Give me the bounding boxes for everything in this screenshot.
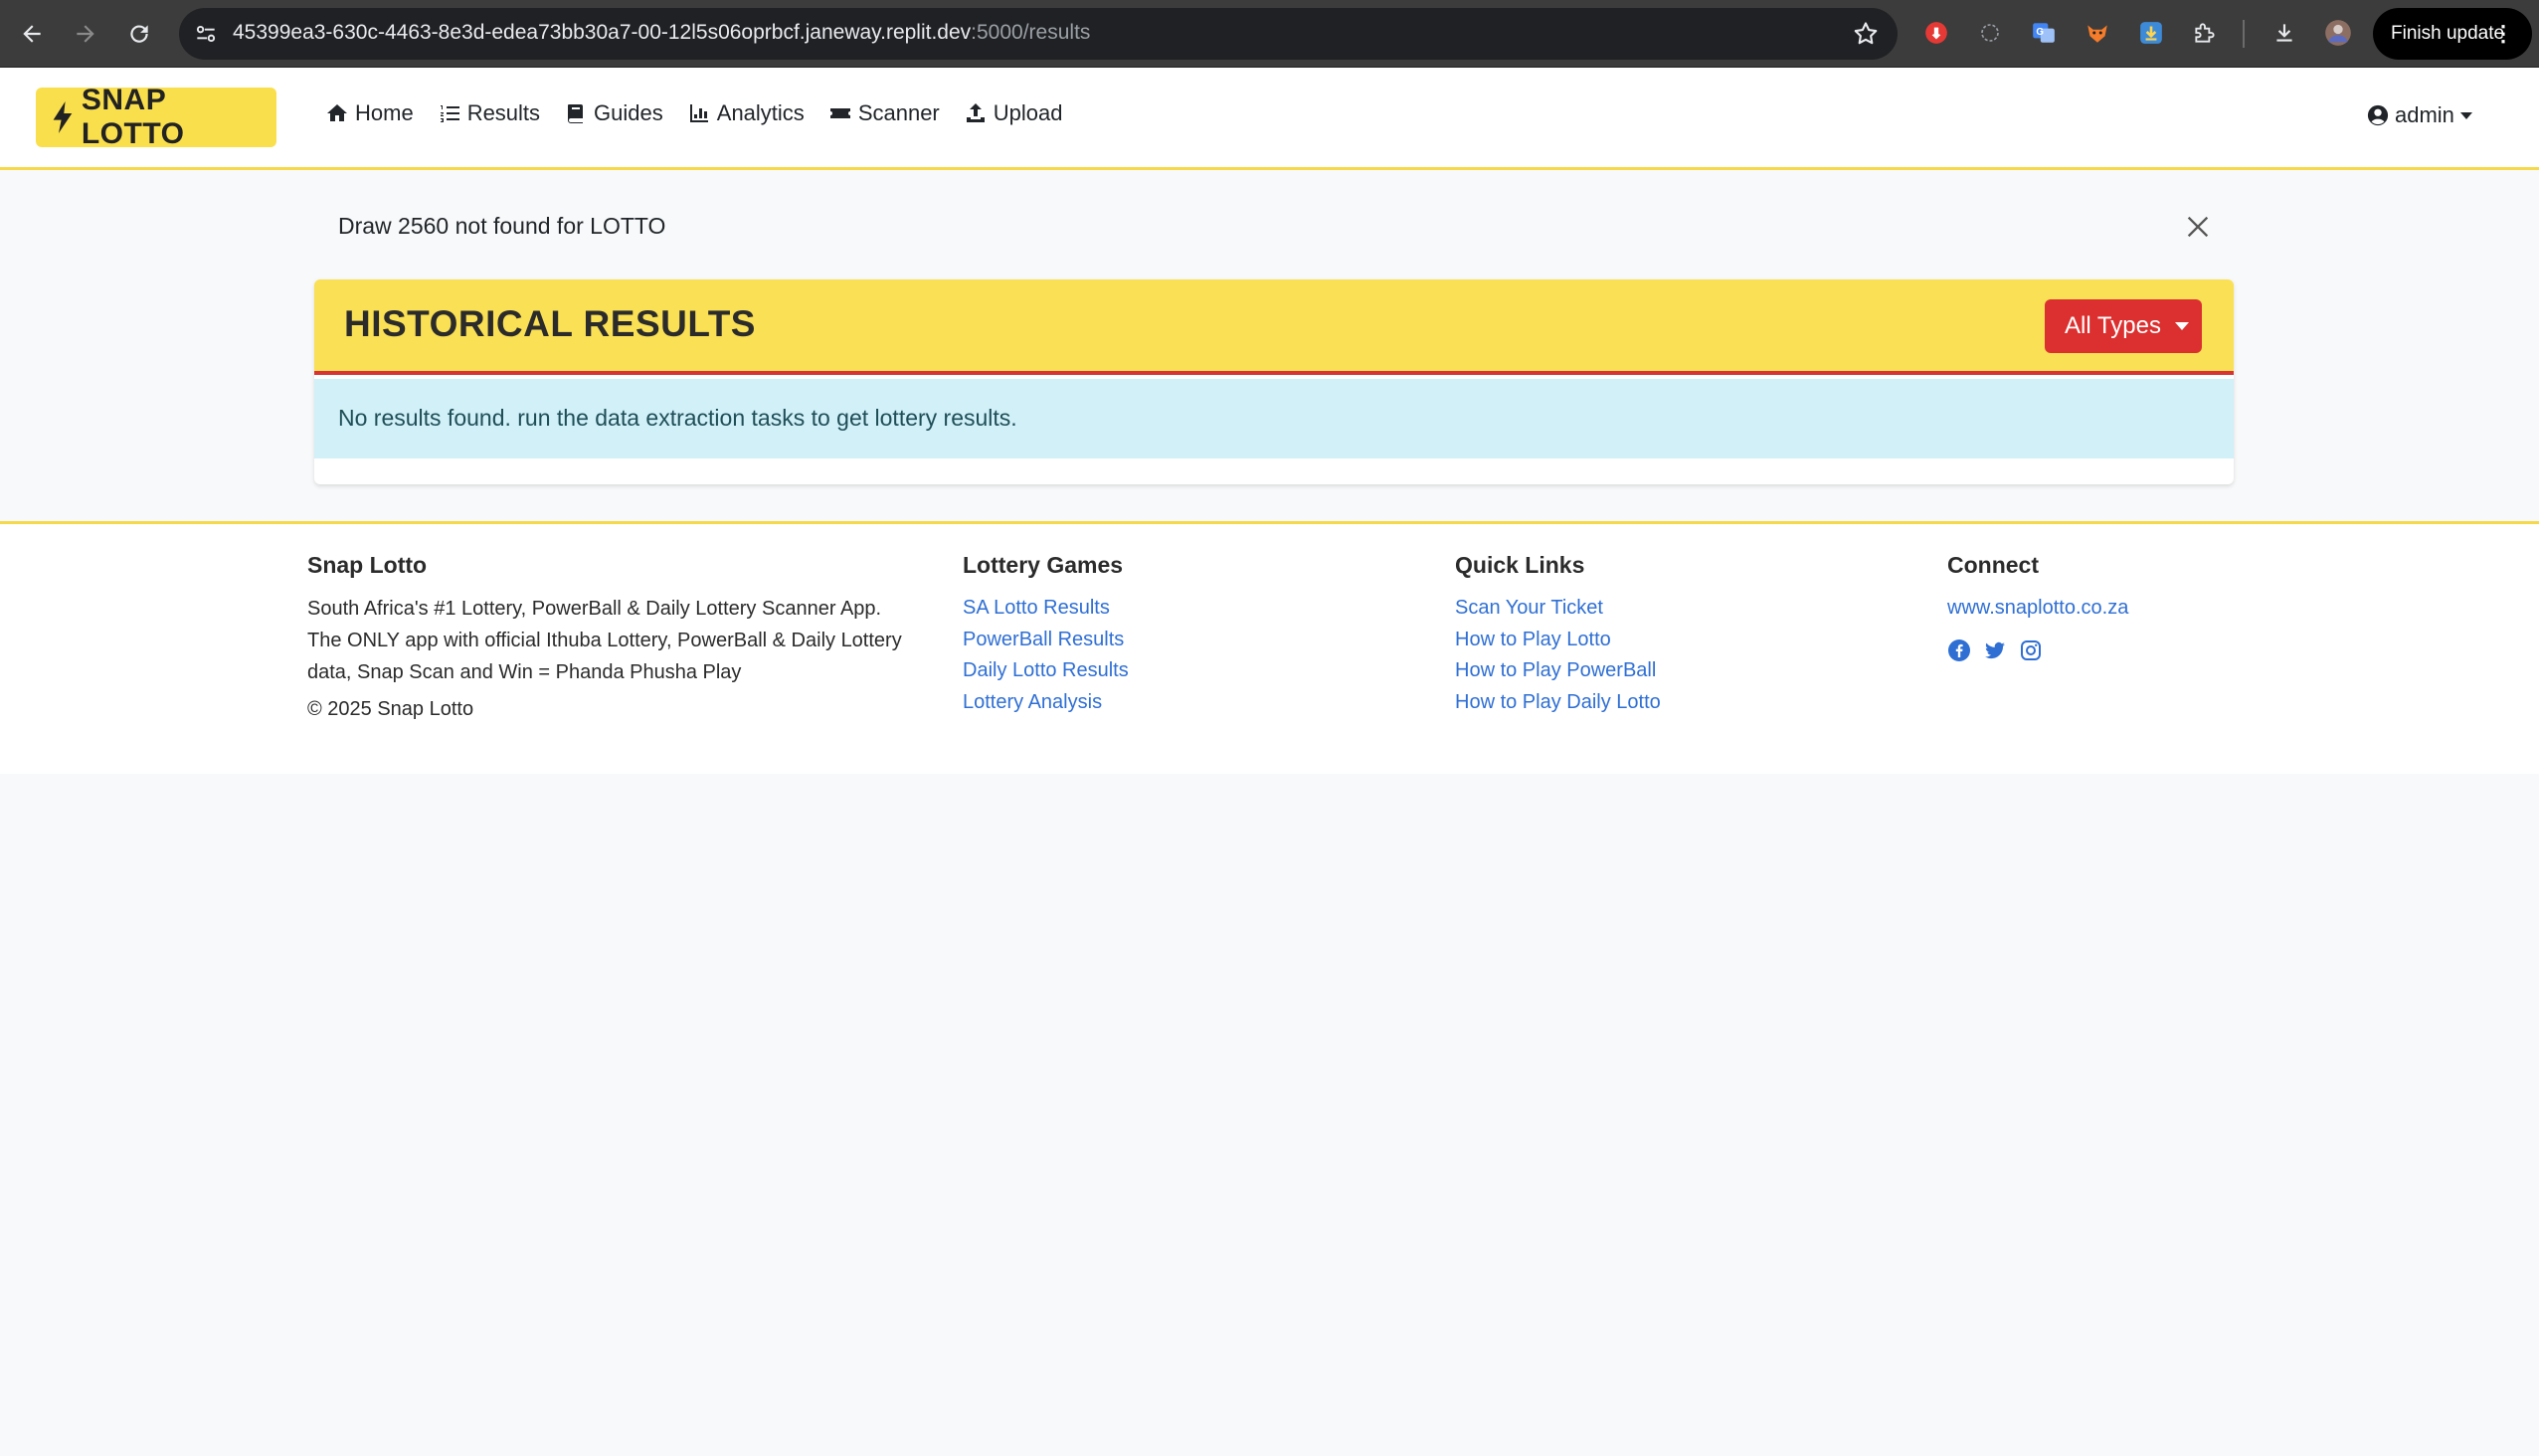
url-path: :5000/results [971,21,1091,44]
nav-guides-label: Guides [594,100,663,125]
toolbar-divider [2243,20,2245,48]
finish-update-button[interactable]: Finish update ⋮ [2373,8,2532,60]
home-icon [327,104,347,121]
alert-text: Draw 2560 not found for LOTTO [338,213,666,239]
nav-home[interactable]: Home [325,100,414,126]
profile-avatar[interactable] [2323,18,2353,48]
card-title: HISTORICAL RESULTS [344,303,756,344]
list-ol-icon [440,105,459,122]
reload-button[interactable] [123,18,155,50]
extension-circle-icon[interactable] [1975,18,2005,48]
footer-about-heading: Snap Lotto [307,552,428,578]
instagram-icon[interactable] [2019,638,2043,662]
chevron-down-icon [2459,111,2472,119]
main-nav: Home Results Guides Analytics Scanner Up… [325,100,1086,126]
footer-connect: Connect www.snaplotto.co.za [1947,552,2385,662]
address-bar[interactable]: 45399ea3-630c-4463-8e3d-edea73bb30a7-00-… [179,8,1898,60]
finish-update-label: Finish update [2391,23,2505,44]
close-icon [2187,216,2209,238]
nav-guides[interactable]: Guides [564,100,663,126]
bookmark-star-icon[interactable] [1852,20,1880,48]
nav-results[interactable]: Results [438,100,540,126]
url-text[interactable]: 45399ea3-630c-4463-8e3d-edea73bb30a7-00-… [233,21,1090,45]
type-filter-dropdown[interactable]: All Types [2045,299,2202,353]
user-menu[interactable]: admin [2367,102,2472,128]
lightning-bolt-icon [53,101,73,133]
footer-quick-links: Quick Links Scan Your Ticket How to Play… [1455,552,1893,718]
nav-upload[interactable]: Upload [964,100,1063,126]
footer-quick-heading: Quick Links [1455,552,1585,578]
site-navbar: SNAP LOTTO Home Results Guides Analytics… [0,68,2539,170]
nav-analytics[interactable]: Analytics [687,100,805,126]
reload-icon [130,25,148,43]
footer-link-scan-ticket[interactable]: Scan Your Ticket [1455,593,1893,625]
type-filter-label: All Types [2065,312,2161,339]
downloads-icon[interactable] [2269,18,2299,48]
no-results-info: No results found. run the data extractio… [314,379,2234,458]
back-button[interactable] [16,18,48,50]
browser-toolbar: 45399ea3-630c-4463-8e3d-edea73bb30a7-00-… [0,0,2539,68]
footer-website-link[interactable]: www.snaplotto.co.za [1947,593,2385,625]
site-footer: Snap Lotto South Africa's #1 Lottery, Po… [0,521,2539,774]
footer-link-how-to-play-powerball[interactable]: How to Play PowerBall [1455,655,1893,687]
forward-button[interactable] [70,18,101,50]
footer-about: Snap Lotto South Africa's #1 Lottery, Po… [307,552,914,721]
alert-message: Draw 2560 not found for LOTTO [314,199,2234,255]
chevron-down-icon [2174,322,2189,330]
twitter-icon[interactable] [1983,638,2007,662]
extensions-puzzle-icon[interactable] [2190,18,2220,48]
fox-extension-icon[interactable] [2083,18,2112,48]
card-header: HISTORICAL RESULTS All Types [314,279,2234,375]
footer-games-heading: Lottery Games [963,552,1124,578]
more-menu-icon[interactable]: ⋮ [2492,20,2514,48]
footer-link-powerball-results[interactable]: PowerBall Results [963,625,1400,656]
alert-close-button[interactable] [2178,207,2218,247]
nav-upload-label: Upload [993,100,1063,125]
no-results-text: No results found. run the data extractio… [338,405,1017,431]
footer-about-description: South Africa's #1 Lottery, PowerBall & D… [307,598,902,683]
footer-copyright: © 2025 Snap Lotto [307,698,474,720]
nav-scanner-label: Scanner [857,100,940,125]
extension-red-icon[interactable] [1921,18,1951,48]
svg-text:G: G [2036,27,2044,38]
ticket-icon [829,108,850,118]
user-circle-icon [2367,104,2389,126]
brand-name: SNAP LOTTO [81,84,185,150]
nav-results-label: Results [466,100,541,125]
nav-analytics-label: Analytics [716,100,805,125]
brand-logo[interactable]: SNAP LOTTO [36,84,276,150]
footer-connect-heading: Connect [1947,552,2039,578]
site-settings-icon[interactable] [193,21,219,47]
footer-link-daily-lotto-results[interactable]: Daily Lotto Results [963,655,1400,687]
arrow-right-icon [77,25,94,43]
nav-scanner[interactable]: Scanner [828,100,940,126]
social-links [1947,638,2385,662]
url-host: 45399ea3-630c-4463-8e3d-edea73bb30a7-00-… [233,21,972,44]
upload-icon [966,103,985,122]
download-extension-icon[interactable] [2136,18,2166,48]
footer-lottery-games: Lottery Games SA Lotto Results PowerBall… [963,552,1400,718]
facebook-icon[interactable] [1947,638,1971,662]
footer-link-how-to-play-lotto[interactable]: How to Play Lotto [1455,625,1893,656]
footer-link-lottery-analysis[interactable]: Lottery Analysis [963,687,1400,719]
chart-bar-icon [689,104,708,122]
user-name: admin [2395,102,2454,127]
nav-home-label: Home [355,100,414,125]
footer-link-how-to-play-daily-lotto[interactable]: How to Play Daily Lotto [1455,687,1893,719]
historical-results-card: HISTORICAL RESULTS All Types No results … [314,279,2234,484]
translate-extension-icon[interactable]: G [2029,18,2059,48]
footer-link-sa-lotto-results[interactable]: SA Lotto Results [963,593,1400,625]
book-icon [568,104,584,123]
arrow-left-icon [23,25,41,43]
